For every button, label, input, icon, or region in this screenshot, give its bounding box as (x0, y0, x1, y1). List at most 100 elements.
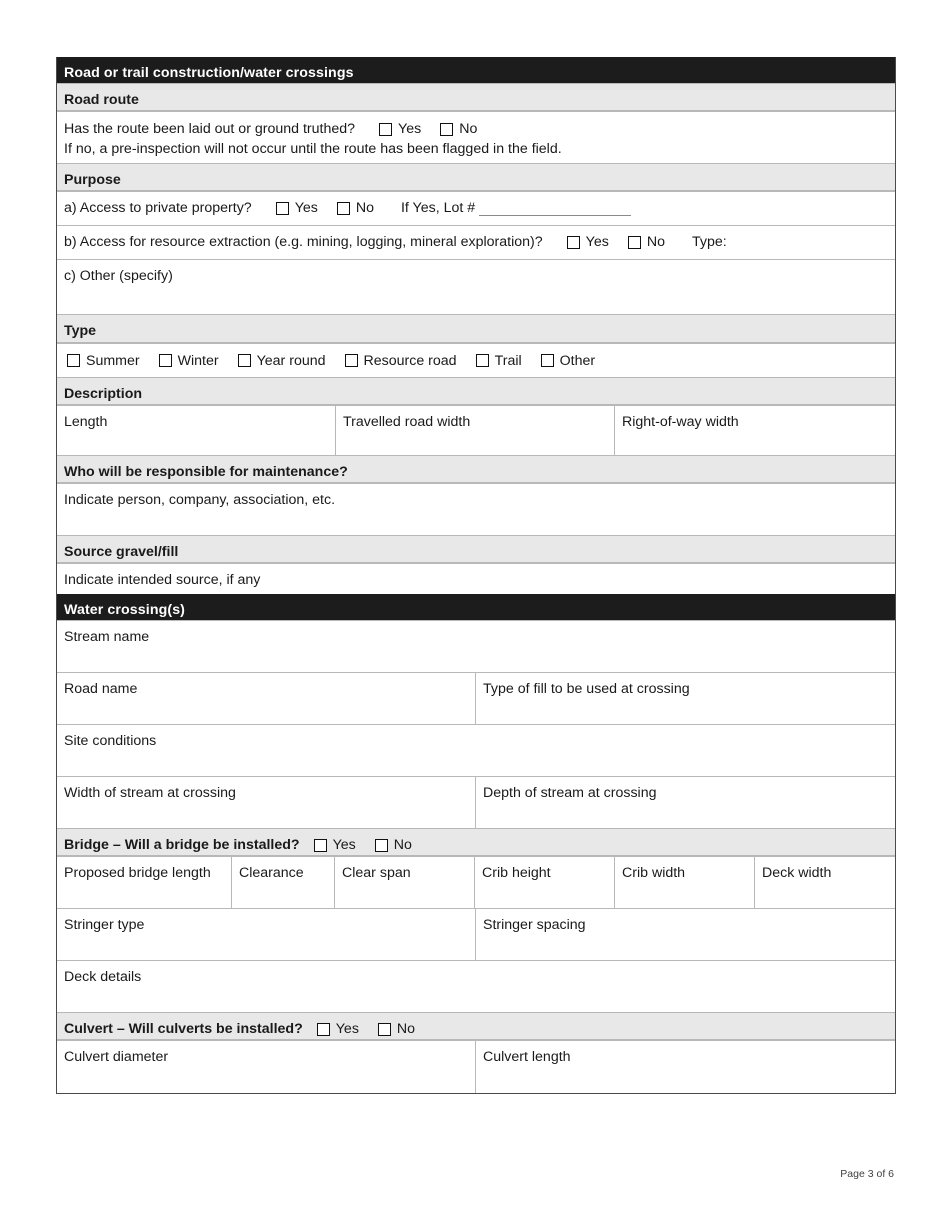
culvert-diameter-label: Culvert diameter (64, 1049, 169, 1066)
type-option-year-round[interactable]: Year round (237, 351, 345, 371)
purpose-a-no-checkbox[interactable] (336, 202, 350, 216)
road-route-header-row: Road route (57, 84, 895, 113)
type-options-cell: Summer Winter Year round Resource road T… (57, 344, 895, 377)
bridge-proposed-length-cell[interactable]: Proposed bridge length (57, 857, 232, 909)
bridge-header-row: Bridge – Will a bridge be installed? Yes… (57, 829, 895, 858)
road-name-label: Road name (64, 681, 138, 698)
bridge-no-checkbox[interactable] (374, 838, 388, 852)
type-option-other[interactable]: Other (540, 351, 614, 371)
road-route-yes-checkbox[interactable] (379, 122, 393, 136)
road-route-question-label: Has the route been laid out or ground tr… (64, 121, 356, 138)
bridge-crib-height-cell[interactable]: Crib height (475, 857, 615, 909)
purpose-b-no-checkbox[interactable] (627, 236, 641, 250)
road-route-yes-option[interactable]: Yes (379, 119, 440, 139)
bridge-crib-width-label: Crib width (622, 865, 686, 882)
purpose-a-no-option[interactable]: No (336, 198, 393, 218)
stringer-type-cell[interactable]: Stringer type (57, 909, 476, 961)
site-conditions-row: Site conditions (57, 725, 895, 778)
description-length-label: Length (64, 413, 108, 430)
purpose-b-yes-option[interactable]: Yes (566, 232, 628, 252)
type-other-checkbox[interactable] (540, 354, 554, 368)
culvert-length-cell[interactable]: Culvert length (476, 1041, 895, 1093)
purpose-a-lot-input[interactable] (479, 202, 632, 216)
purpose-a-yes-label: Yes (294, 200, 318, 217)
bridge-header-label: Bridge – Will a bridge be installed? (64, 837, 300, 854)
culvert-no-checkbox[interactable] (377, 1022, 391, 1036)
bridge-clear-span-cell[interactable]: Clear span (335, 857, 475, 909)
description-row-width-cell[interactable]: Right-of-way width (615, 406, 895, 455)
bridge-yes-checkbox[interactable] (313, 838, 327, 852)
culvert-yes-label: Yes (335, 1021, 359, 1038)
road-section-title: Road or trail construction/water crossin… (57, 57, 895, 84)
purpose-c-cell[interactable]: c) Other (specify) (57, 260, 895, 314)
culvert-length-label: Culvert length (483, 1049, 571, 1066)
water-section-title-row: Water crossing(s) (57, 594, 895, 622)
bridge-columns-row: Proposed bridge length Clearance Clear s… (57, 857, 895, 910)
type-resource-road-checkbox[interactable] (344, 354, 358, 368)
type-winter-checkbox[interactable] (158, 354, 172, 368)
maintenance-input-cell[interactable]: Indicate person, company, association, e… (57, 484, 895, 535)
stream-width-cell[interactable]: Width of stream at crossing (57, 777, 476, 829)
purpose-a-no-label: No (355, 200, 374, 217)
bridge-yes-option[interactable]: Yes (313, 835, 375, 855)
road-route-no-option[interactable]: No (440, 119, 496, 139)
purpose-a-yes-checkbox[interactable] (275, 202, 289, 216)
type-other-label: Other (559, 352, 596, 369)
maintenance-header: Who will be responsible for maintenance? (57, 455, 895, 483)
road-route-no-checkbox[interactable] (440, 122, 454, 136)
type-year-round-label: Year round (256, 352, 326, 369)
road-route-question-row: Has the route been laid out or ground tr… (57, 112, 895, 165)
stream-name-cell[interactable]: Stream name (57, 621, 895, 672)
purpose-header: Purpose (57, 164, 895, 192)
type-summer-label: Summer (86, 352, 140, 369)
bridge-clear-span-label: Clear span (342, 865, 411, 882)
type-option-winter[interactable]: Winter (158, 351, 238, 371)
culvert-no-option[interactable]: No (377, 1019, 434, 1039)
purpose-a-row: a) Access to private property? Yes No If… (57, 192, 895, 227)
type-option-summer[interactable]: Summer (67, 351, 159, 371)
description-header-row: Description (57, 377, 895, 406)
purpose-b-line: b) Access for resource extraction (e.g. … (64, 232, 887, 252)
bridge-no-option[interactable]: No (374, 835, 431, 855)
purpose-b-no-option[interactable]: No (627, 232, 684, 252)
road-construction-table: Road or trail construction/water crossin… (56, 57, 896, 618)
description-header: Description (57, 377, 895, 405)
culvert-yes-checkbox[interactable] (316, 1022, 330, 1036)
purpose-b-yes-label: Yes (585, 234, 609, 251)
type-header: Type (57, 315, 895, 343)
type-options-list: Summer Winter Year round Resource road T… (67, 351, 887, 371)
purpose-a-yes-option[interactable]: Yes (275, 198, 337, 218)
type-summer-checkbox[interactable] (67, 354, 80, 368)
culvert-header-cell: Culvert – Will culverts be installed? Ye… (57, 1013, 895, 1041)
stringer-row: Stringer type Stringer spacing (57, 909, 895, 962)
road-route-note: If no, a pre-inspection will not occur u… (64, 141, 562, 158)
bridge-clearance-cell[interactable]: Clearance (232, 857, 335, 909)
purpose-b-label: b) Access for resource extraction (e.g. … (64, 234, 543, 251)
description-length-cell[interactable]: Length (57, 405, 336, 455)
culvert-diameter-cell[interactable]: Culvert diameter (57, 1041, 476, 1094)
type-year-round-checkbox[interactable] (237, 354, 251, 368)
source-gravel-header: Source gravel/fill (57, 535, 895, 564)
type-trail-checkbox[interactable] (475, 354, 489, 368)
site-conditions-cell[interactable]: Site conditions (57, 725, 895, 776)
type-option-resource-road[interactable]: Resource road (344, 351, 476, 371)
deck-details-cell[interactable]: Deck details (57, 961, 895, 1012)
description-travelled-width-cell[interactable]: Travelled road width (336, 405, 615, 455)
stringer-spacing-cell[interactable]: Stringer spacing (476, 909, 895, 960)
purpose-c-row: c) Other (specify) (57, 260, 895, 316)
road-name-cell[interactable]: Road name (57, 673, 476, 725)
road-route-question-cell: Has the route been laid out or ground tr… (57, 112, 895, 163)
culvert-yes-option[interactable]: Yes (316, 1019, 378, 1039)
deck-details-row: Deck details (57, 961, 895, 1014)
bridge-crib-width-cell[interactable]: Crib width (615, 857, 755, 909)
bridge-no-label: No (393, 837, 412, 854)
maintenance-hint: Indicate person, company, association, e… (64, 491, 336, 508)
type-option-trail[interactable]: Trail (475, 351, 541, 371)
site-conditions-label: Site conditions (64, 733, 157, 750)
bridge-deck-width-cell[interactable]: Deck width (755, 857, 895, 908)
source-gravel-header-row: Source gravel/fill (57, 535, 895, 565)
purpose-b-type-label: Type: (691, 234, 727, 251)
purpose-b-yes-checkbox[interactable] (566, 236, 580, 250)
fill-type-cell[interactable]: Type of fill to be used at crossing (476, 673, 895, 724)
stream-depth-cell[interactable]: Depth of stream at crossing (476, 777, 895, 828)
